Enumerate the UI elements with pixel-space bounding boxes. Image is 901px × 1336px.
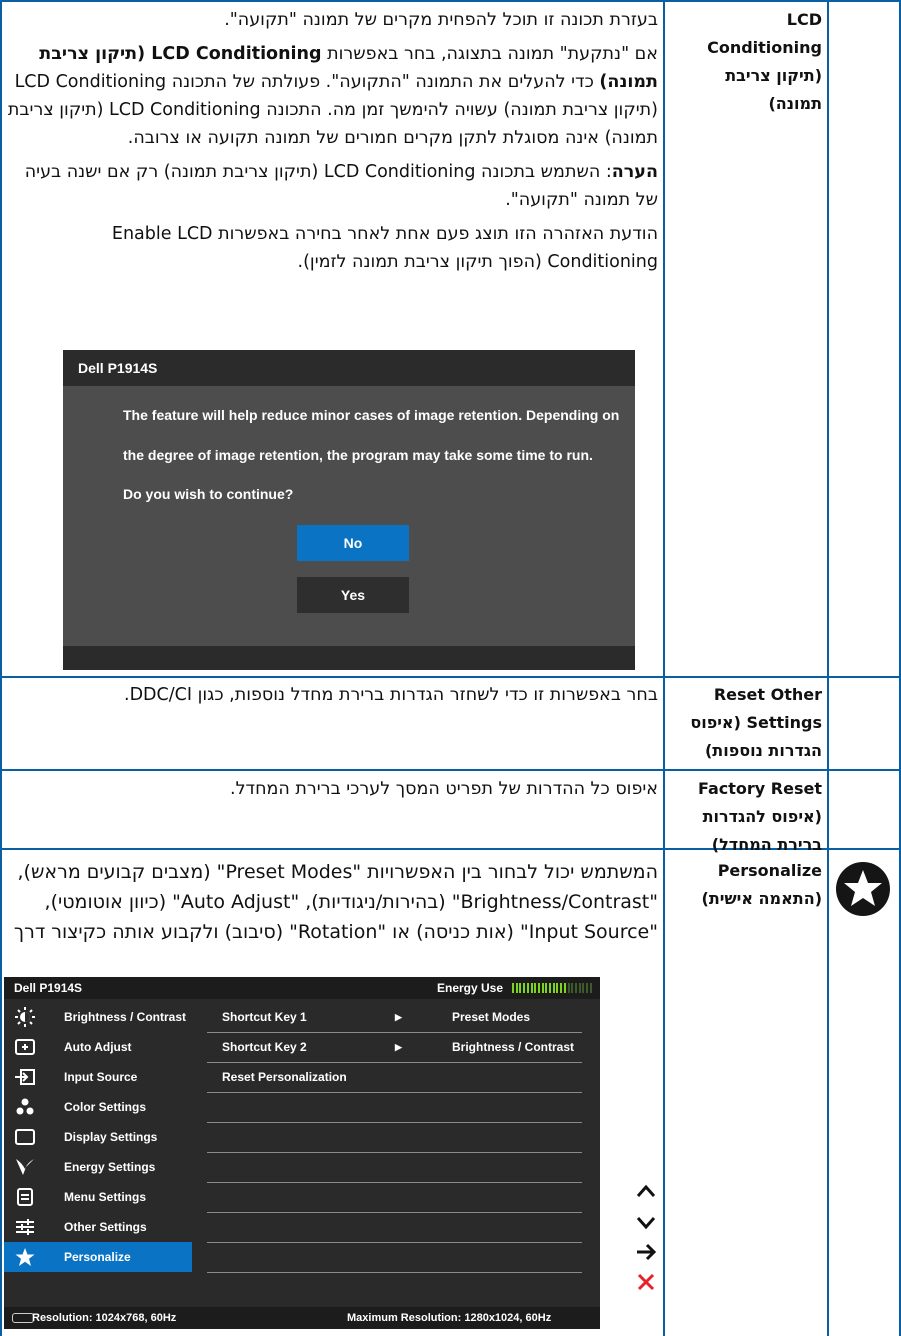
maximum-resolution: Maximum Resolution: 1280x1024, 60Hz	[347, 1312, 552, 1324]
energy-use-meter	[512, 983, 594, 993]
empty-row	[207, 1182, 582, 1213]
osd-menu-auto-adjust[interactable]: Auto Adjust	[4, 1032, 192, 1062]
osd-model-title: Dell P1914S	[14, 981, 83, 995]
lcd-note: הערה: השתמש בתכונה LCD Conditioning (תיק…	[24, 162, 658, 210]
osd-menu-personalize[interactable]: Personalize	[4, 1242, 192, 1272]
osd-menu-energy-settings[interactable]: Energy Settings	[4, 1152, 192, 1182]
lcd-paragraph-1: בעזרת תכונה זו תוכל להפחית מקרים של תמונ…	[224, 10, 658, 30]
yes-button[interactable]: Yes	[297, 577, 409, 613]
osd-menu-menu-settings[interactable]: Menu Settings	[4, 1182, 192, 1212]
personalize-description: המשתמש יכול לבחור בין האפשרויות "Preset …	[13, 861, 658, 943]
current-resolution: Resolution: 1024x768, 60Hz	[32, 1312, 177, 1324]
empty-row	[207, 1122, 582, 1153]
energy-meter-segment	[541, 983, 544, 993]
right-triangle-icon: ▶	[395, 1042, 402, 1052]
energy-meter-segment	[552, 983, 555, 993]
color-settings-icon	[14, 1097, 36, 1117]
personalize-label: Personalize (התאמה אישית)	[701, 861, 822, 908]
auto-adjust-icon	[14, 1037, 36, 1057]
empty-row	[207, 1152, 582, 1183]
energy-settings-icon	[14, 1157, 36, 1177]
osd-footer: Resolution: 1024x768, 60Hz Maximum Resol…	[4, 1307, 600, 1329]
energy-meter-segment	[586, 983, 588, 993]
osd-header: Dell P1914S Energy Use	[4, 977, 600, 999]
reset-other-settings-label: Reset Other Settings (איפוס הגדרות נוספו…	[690, 685, 822, 760]
no-button[interactable]: No	[297, 525, 409, 561]
osd-menu-other-settings[interactable]: Other Settings	[4, 1212, 192, 1242]
energy-meter-segment	[519, 983, 522, 993]
energy-meter-segment	[515, 983, 518, 993]
osd-menu: Dell P1914S Energy Use Brightness / Cont…	[4, 977, 600, 1329]
factory-reset-description: איפוס כל ההדרות של תפריט המסך לערכי בריר…	[230, 779, 658, 799]
connector-icon	[12, 1313, 34, 1323]
energy-meter-segment	[556, 983, 559, 993]
lcd-paragraph-2: אם "נתקעת" תמונה בתצוגה, בחר באפשרות LCD…	[7, 44, 658, 148]
energy-meter-segment	[567, 983, 570, 993]
energy-meter-segment	[537, 983, 540, 993]
energy-meter-segment	[512, 983, 514, 993]
energy-meter-segment	[574, 983, 577, 993]
energy-meter-segment	[549, 983, 551, 993]
empty-row	[207, 1242, 582, 1273]
dialog-title: Dell P1914S	[63, 350, 635, 386]
dialog-footer	[63, 646, 635, 670]
energy-meter-segment	[526, 983, 529, 993]
dialog-message-line-1: The feature will help reduce minor cases…	[123, 407, 620, 423]
energy-meter-segment	[523, 983, 526, 993]
energy-meter-segment	[534, 983, 537, 993]
brightness-icon	[14, 1007, 36, 1027]
personalize-star-icon	[835, 861, 891, 917]
empty-row	[207, 1212, 582, 1243]
empty-row	[207, 1092, 582, 1123]
osd-menu-brightness-contrast[interactable]: Brightness / Contrast	[4, 1002, 192, 1032]
shortcut-key-2-row[interactable]: Shortcut Key 2 ▶ Brightness / Contrast	[207, 1032, 582, 1063]
lcd-conditioning-description: בעזרת תכונה זו תוכל להפחית מקרים של תמונ…	[6, 6, 658, 282]
energy-meter-segment	[563, 983, 566, 993]
dialog-message-line-2: the degree of image retention, the progr…	[123, 447, 593, 463]
energy-meter-segment	[530, 983, 533, 993]
reset-other-settings-description: בחר באפשרות זו כדי לשחזר הגדרות ברירת מח…	[124, 685, 658, 705]
energy-meter-segment	[560, 983, 563, 993]
display-settings-icon	[14, 1127, 36, 1147]
shortcut-key-1-row[interactable]: Shortcut Key 1 ▶ Preset Modes	[207, 1002, 582, 1033]
energy-meter-segment	[589, 983, 592, 993]
osd-menu-color-settings[interactable]: Color Settings	[4, 1092, 192, 1122]
reset-personalization-row[interactable]: Reset Personalization	[207, 1062, 582, 1093]
right-arrow-icon[interactable]	[634, 1240, 658, 1264]
lcd-paragraph-4: הודעת האזהרה הזו תוצג פעם אחת לאחר בחירה…	[111, 224, 658, 272]
close-icon[interactable]	[634, 1270, 658, 1294]
right-triangle-icon: ▶	[395, 1012, 402, 1022]
dialog-question: Do you wish to continue?	[123, 486, 294, 502]
lcd-conditioning-label: LCD Conditioning (תיקון צריבת תמונה)	[707, 10, 822, 113]
energy-meter-segment	[545, 983, 548, 993]
other-settings-icon	[14, 1217, 36, 1237]
energy-meter-segment	[582, 983, 585, 993]
factory-reset-label: Factory Reset (איפוס להגדרות ברירת המחדל…	[698, 779, 822, 854]
energy-meter-segment	[578, 983, 581, 993]
star-icon	[14, 1247, 36, 1267]
menu-settings-icon	[14, 1187, 36, 1207]
energy-use-label: Energy Use	[437, 981, 504, 995]
input-source-icon	[14, 1067, 36, 1087]
down-arrow-icon[interactable]	[634, 1210, 658, 1234]
up-arrow-icon[interactable]	[634, 1180, 658, 1204]
osd-menu-input-source[interactable]: Input Source	[4, 1062, 192, 1092]
lcd-warning-dialog: Dell P1914S The feature will help reduce…	[63, 350, 635, 670]
energy-meter-segment	[571, 983, 574, 993]
osd-menu-display-settings[interactable]: Display Settings	[4, 1122, 192, 1152]
